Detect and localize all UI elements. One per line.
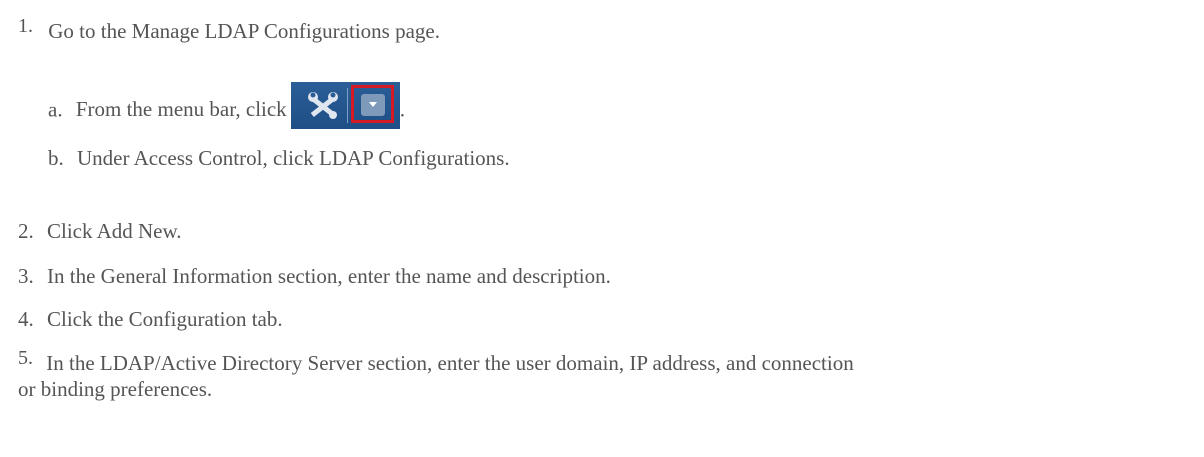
step-1a-period: . [399, 97, 405, 122]
step-4-number: 4. [18, 307, 34, 331]
step-1a-letter: a. [48, 97, 63, 122]
step-5: 5. In the LDAP/Active Directory Server s… [18, 347, 854, 377]
step-3-number: 3. [18, 264, 34, 288]
step-5-text-line-2: or binding preferences. [18, 377, 213, 401]
step-1: 1. Go to the Manage LDAP Configurations … [18, 15, 440, 45]
button-divider [346, 88, 348, 123]
step-1-number: 1. [18, 15, 33, 37]
step-5-number: 5. [18, 347, 33, 369]
step-1b-text: Under Access Control, click LDAP Configu… [77, 146, 510, 170]
step-1a-text: From the menu bar, click [75, 97, 287, 122]
step-5-continuation: or binding preferences. [18, 376, 212, 402]
step-3-text: In the General Information section, ente… [47, 264, 611, 288]
step-2-text: Click Add New. [47, 219, 182, 243]
step-1b: b. Under Access Control, click LDAP Conf… [48, 145, 510, 171]
dropdown-button [360, 94, 385, 116]
step-1a: a. From the menu bar, click . [48, 82, 405, 135]
step-2-number: 2. [18, 219, 34, 243]
step-3: 3. In the General Information section, e… [18, 263, 611, 289]
chevron-down-icon [368, 102, 377, 107]
dropdown-highlight [350, 85, 394, 123]
step-4-text: Click the Configuration tab. [47, 307, 283, 331]
tools-icon [307, 92, 338, 119]
step-5-text-line-1: In the LDAP/Active Directory Server sect… [46, 351, 854, 375]
step-1-text: Go to the Manage LDAP Configurations pag… [48, 19, 440, 43]
step-2: 2. Click Add New. [18, 218, 182, 244]
step-1b-letter: b. [48, 146, 64, 170]
step-4: 4. Click the Configuration tab. [18, 306, 283, 332]
tools-menu-button [290, 82, 400, 129]
